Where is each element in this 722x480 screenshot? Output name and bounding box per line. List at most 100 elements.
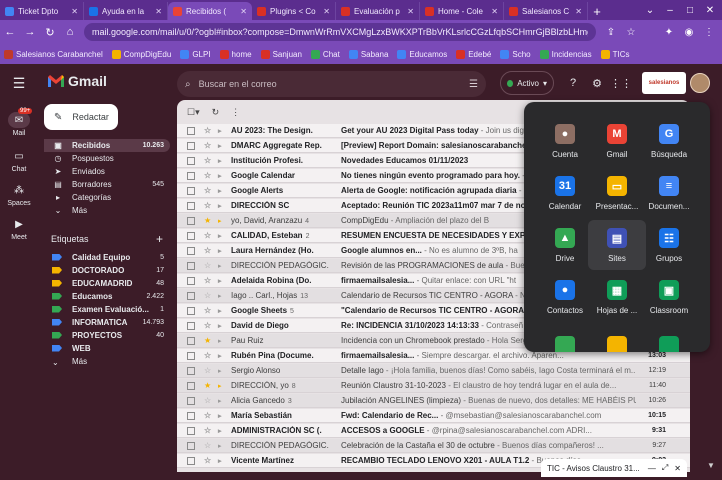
important-marker-icon[interactable]: ▸ bbox=[218, 247, 228, 255]
bookmark-item[interactable]: Educamos bbox=[397, 49, 447, 59]
row-checkbox[interactable] bbox=[187, 126, 195, 135]
row-checkbox[interactable] bbox=[187, 351, 195, 360]
tab-close-icon[interactable]: ✕ bbox=[575, 7, 582, 16]
extensions-icon[interactable]: ✦ bbox=[660, 23, 678, 41]
sidebar-label[interactable]: EDUCAMADRID 48 bbox=[52, 277, 170, 289]
star-icon[interactable]: ☆ bbox=[204, 171, 214, 180]
star-icon[interactable]: ☆ bbox=[204, 141, 214, 150]
sidebar-folder[interactable]: ◷ Pospuestos bbox=[44, 152, 170, 165]
sidebar-folder[interactable]: ⌄ Más bbox=[44, 204, 170, 217]
back-icon[interactable]: ← bbox=[0, 22, 20, 42]
email-row[interactable]: ☆ ▸ ADMINISTRACIÓN SC (. ACCESOS a GOOGLE -… bbox=[177, 424, 690, 438]
bookmark-item[interactable]: GLPI bbox=[180, 49, 211, 59]
add-label-icon[interactable]: + bbox=[156, 232, 163, 246]
sidebar-label[interactable]: Educamos 2.422 bbox=[52, 290, 170, 302]
app-tile[interactable]: ▲ Drive bbox=[536, 220, 594, 270]
chat-popup-bar[interactable]: TIC - Avisos Claustro 31... — ⤢ ✕ bbox=[541, 459, 687, 477]
star-icon[interactable]: ☆ bbox=[204, 156, 214, 165]
important-marker-icon[interactable]: ▸ bbox=[218, 307, 228, 315]
email-row[interactable]: ☆ ▸ Sergio Alonso Detalle Iago - ¡Hola fami… bbox=[177, 364, 690, 378]
browser-tab[interactable]: Evaluación p ✕ bbox=[336, 2, 420, 20]
tab-close-icon[interactable]: ✕ bbox=[407, 7, 414, 16]
row-checkbox[interactable] bbox=[187, 306, 195, 315]
app-tile[interactable]: ≡ Documen... bbox=[640, 168, 698, 218]
sidebar-label[interactable]: Examen Evaluació... 1 bbox=[52, 303, 170, 315]
important-marker-icon[interactable]: ▸ bbox=[218, 292, 228, 300]
rail-meet[interactable]: ▶ Meet bbox=[0, 216, 38, 242]
select-all-checkbox[interactable]: ☐▾ bbox=[187, 107, 200, 118]
bookmark-item[interactable]: Sanjuan bbox=[260, 49, 302, 59]
row-checkbox[interactable] bbox=[187, 246, 195, 255]
app-tile[interactable]: ▦ Hojas de ... bbox=[588, 272, 646, 322]
row-checkbox[interactable] bbox=[187, 441, 195, 450]
app-tile[interactable]: ☷ Grupos bbox=[640, 220, 698, 270]
new-tab-button[interactable]: + bbox=[588, 2, 606, 20]
bookmark-item[interactable]: Edebé bbox=[456, 49, 491, 59]
important-marker-icon[interactable]: ▸ bbox=[218, 427, 228, 435]
star-icon[interactable]: ☆ bbox=[204, 351, 214, 360]
rail-chat[interactable]: ▭ Chat bbox=[0, 148, 38, 174]
app-tile[interactable]: ● Contactos bbox=[536, 272, 594, 322]
app-tile[interactable]: M Gmail bbox=[588, 116, 646, 166]
tab-close-icon[interactable]: ✕ bbox=[323, 7, 330, 16]
share-icon[interactable]: ⇪ bbox=[602, 23, 620, 41]
important-marker-icon[interactable]: ▸ bbox=[218, 322, 228, 330]
row-checkbox[interactable] bbox=[187, 216, 195, 225]
row-checkbox[interactable] bbox=[187, 231, 195, 240]
sidebar-label[interactable]: DOCTORADO 17 bbox=[52, 264, 170, 276]
star-icon[interactable]: ☆ bbox=[204, 306, 214, 315]
app-tile[interactable]: ▭ Presentac... bbox=[588, 168, 646, 218]
minimize-icon[interactable]: – bbox=[660, 0, 680, 20]
app-tile[interactable]: ▤ Sites bbox=[588, 220, 646, 270]
row-checkbox[interactable] bbox=[187, 261, 195, 270]
more-options-icon[interactable]: ⋮ bbox=[231, 107, 240, 118]
email-row[interactable]: ☆ ▸ María Sebastián Fwd: Calendario de Rec.… bbox=[177, 409, 690, 423]
star-icon[interactable]: ☆ bbox=[204, 231, 214, 240]
row-checkbox[interactable] bbox=[187, 321, 195, 330]
important-marker-icon[interactable]: ▸ bbox=[218, 232, 228, 240]
rail-spaces[interactable]: ⁂ Spaces bbox=[0, 182, 38, 208]
search-filters-icon[interactable]: ☰ bbox=[469, 79, 478, 90]
important-marker-icon[interactable]: ▸ bbox=[218, 382, 228, 390]
important-marker-icon[interactable]: ▸ bbox=[218, 367, 228, 375]
forward-icon[interactable]: → bbox=[20, 22, 40, 42]
star-icon[interactable]: ☆ bbox=[204, 186, 214, 195]
browser-tab[interactable]: Salesianos C ✕ bbox=[504, 2, 588, 20]
sidebar-folder[interactable]: ▸ Categorías bbox=[44, 191, 170, 204]
row-checkbox[interactable] bbox=[187, 141, 195, 150]
row-checkbox[interactable] bbox=[187, 426, 195, 435]
important-marker-icon[interactable]: ▸ bbox=[218, 187, 228, 195]
sidebar-label[interactable]: ⌄ Más bbox=[52, 355, 170, 367]
important-marker-icon[interactable]: ▸ bbox=[218, 412, 228, 420]
close-chat-icon[interactable]: ✕ bbox=[674, 464, 681, 473]
search-input[interactable]: Buscar en el correo bbox=[199, 79, 469, 89]
sidebar-folder[interactable]: ▤ Borradores 545 bbox=[44, 178, 170, 191]
scroll-down-icon[interactable]: ▼ bbox=[707, 461, 715, 470]
sidebar-label[interactable]: WEB bbox=[52, 342, 170, 354]
star-icon[interactable]: ☆ bbox=[204, 291, 214, 300]
important-marker-icon[interactable]: ▸ bbox=[218, 337, 228, 345]
row-checkbox[interactable] bbox=[187, 456, 195, 465]
important-marker-icon[interactable]: ▸ bbox=[218, 442, 228, 450]
bookmark-item[interactable]: CompDigEdu bbox=[111, 49, 171, 59]
search-icon[interactable]: ⌕ bbox=[185, 79, 191, 90]
tab-close-icon[interactable]: ✕ bbox=[491, 7, 498, 16]
settings-gear-icon[interactable]: ⚙ bbox=[588, 74, 606, 92]
gmail-logo[interactable]: Gmail bbox=[48, 73, 107, 89]
bookmark-item[interactable]: Scho bbox=[500, 49, 531, 59]
row-checkbox[interactable] bbox=[187, 291, 195, 300]
bookmark-item[interactable]: Chat bbox=[310, 49, 340, 59]
browser-tab[interactable]: Plugins < Co ✕ bbox=[252, 2, 336, 20]
minimize-chat-icon[interactable]: — bbox=[648, 464, 656, 473]
star-icon[interactable]: ★ bbox=[204, 216, 214, 225]
app-tile[interactable]: 31 Calendar bbox=[536, 168, 594, 218]
important-marker-icon[interactable]: ▸ bbox=[218, 217, 228, 225]
important-marker-icon[interactable]: ▸ bbox=[218, 172, 228, 180]
app-tile[interactable]: G Búsqueda bbox=[640, 116, 698, 166]
sidebar-folder[interactable]: ➤ Enviados bbox=[44, 165, 170, 178]
browser-tab[interactable]: Recibidos (✕ bbox=[168, 2, 252, 20]
browser-tab[interactable]: Ayuda en la ✕ bbox=[84, 2, 168, 20]
row-checkbox[interactable] bbox=[187, 156, 195, 165]
account-avatar[interactable] bbox=[690, 73, 710, 93]
bookmark-star-icon[interactable]: ☆ bbox=[622, 23, 640, 41]
